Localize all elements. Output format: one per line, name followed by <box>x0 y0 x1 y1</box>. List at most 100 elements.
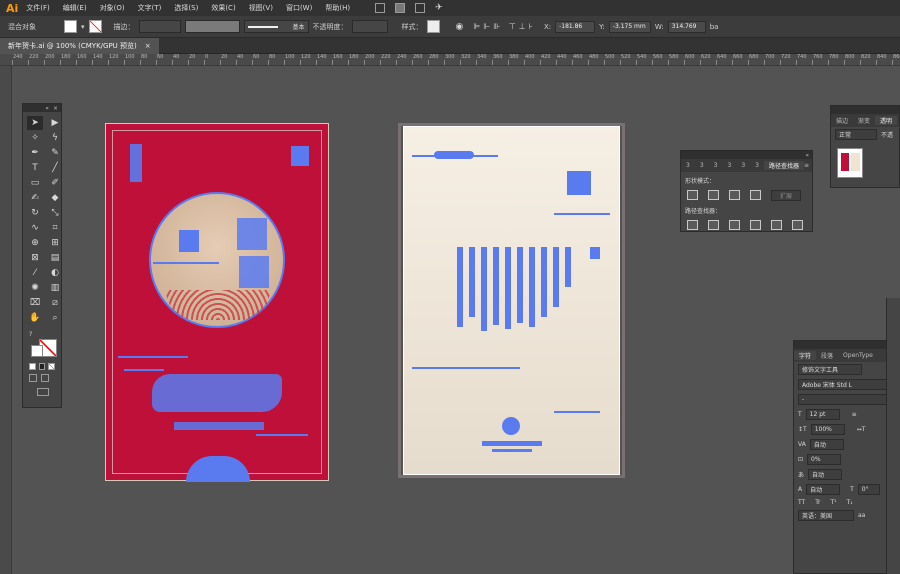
gradient-mode-icon[interactable] <box>38 363 46 370</box>
eraser-icon[interactable]: ◆ <box>47 191 63 205</box>
width-field[interactable]: 314.769 <box>667 20 706 33</box>
column-graph-icon[interactable]: ▥ <box>47 281 63 295</box>
calligraphy-ji[interactable] <box>237 218 267 250</box>
tab-2[interactable]: 3 <box>695 162 709 169</box>
script-lettering[interactable] <box>152 374 282 412</box>
hand-tool-icon[interactable]: ✋ <box>27 311 43 325</box>
type-tool-icon[interactable]: T <box>27 161 43 175</box>
shape-builder-icon[interactable]: ⊕ <box>27 236 43 250</box>
small-caption[interactable] <box>174 422 264 430</box>
vertical-ruler[interactable] <box>0 66 12 574</box>
touch-type-button[interactable]: 修饰文字工具 <box>798 364 862 375</box>
tab-3[interactable]: 3 <box>709 162 723 169</box>
send-icon[interactable]: ✈ <box>435 3 443 13</box>
slice-tool-icon[interactable]: ⧄ <box>47 296 63 310</box>
stroke-swatch[interactable] <box>88 20 102 33</box>
panel-menu-icon[interactable]: ≡ <box>804 162 812 169</box>
scale-tool-icon[interactable]: ⤡ <box>47 206 63 220</box>
unite-icon[interactable] <box>687 190 698 200</box>
free-transform-icon[interactable]: ⌗ <box>47 221 63 235</box>
edit-toolbar-icon[interactable] <box>37 388 49 396</box>
tab-stroke[interactable]: 描边 <box>831 116 853 125</box>
blend-mode-select[interactable]: 正常 <box>835 129 877 140</box>
divide-icon[interactable] <box>687 220 698 230</box>
tab-1[interactable]: 3 <box>681 162 695 169</box>
tab-gradient[interactable]: 渐变 <box>853 116 875 125</box>
crop-icon[interactable] <box>750 220 761 230</box>
gradient-tool-icon[interactable]: ▤ <box>47 251 63 265</box>
horizontal-ruler[interactable]: 240 220 200 180 160 140 120 100 80 60 40 20 0 20 40 60 8… <box>0 54 900 66</box>
tools-panel-header[interactable]: «× <box>23 104 61 112</box>
menu-file[interactable]: 文件(F) <box>26 3 50 13</box>
artboard-red-card[interactable] <box>105 123 329 482</box>
font-style-field[interactable]: - <box>798 394 892 405</box>
anti-alias-icon[interactable]: aa <box>858 512 865 519</box>
line-tool-icon[interactable]: ╱ <box>47 161 63 175</box>
fill-stroke-widget[interactable]: ? <box>27 331 57 361</box>
menu-effect[interactable]: 效果(C) <box>211 3 235 13</box>
menu-window[interactable]: 窗口(W) <box>286 3 312 13</box>
seal-top-right[interactable] <box>567 171 591 195</box>
stock-icon[interactable] <box>395 3 406 13</box>
align-icons[interactable]: ⊫⊩⊪ ⊤⊥⊦ <box>473 22 536 31</box>
square-seal[interactable] <box>179 230 199 252</box>
close-icon[interactable]: × <box>145 42 151 50</box>
exclude-icon[interactable] <box>750 190 761 200</box>
tab-6[interactable]: 3 <box>750 162 764 169</box>
lasso-icon[interactable]: ϟ <box>47 131 63 145</box>
tab-transparency[interactable]: 透明 <box>875 116 898 125</box>
tab-5[interactable]: 3 <box>736 162 750 169</box>
menu-edit[interactable]: 编辑(E) <box>63 3 87 13</box>
small-caps-icon[interactable]: Tr <box>815 499 820 506</box>
tab-paragraph[interactable]: 段落 <box>816 351 838 360</box>
y-field[interactable]: -3.175 mm <box>608 20 651 33</box>
thumbnail[interactable] <box>837 148 863 178</box>
stroke-profile-field[interactable]: 基本 <box>243 20 309 33</box>
collapsed-panel-strip[interactable] <box>886 298 900 574</box>
menu-select[interactable]: 选择(S) <box>174 3 198 13</box>
tab-character[interactable]: 字符 <box>794 351 817 360</box>
selected-text-top-left[interactable] <box>130 144 142 182</box>
font-family-field[interactable]: Adobe 宋体 Std L <box>798 379 892 390</box>
recolor-icon[interactable]: ◉ <box>456 22 464 32</box>
aki-left-field[interactable]: 自动 <box>808 469 843 480</box>
mesh-tool-icon[interactable]: ⊠ <box>27 251 43 265</box>
expand-button[interactable]: 扩展 <box>771 190 801 201</box>
menu-object[interactable]: 对象(O) <box>100 3 125 13</box>
tab-opentype[interactable]: OpenType <box>838 352 878 359</box>
x-field[interactable]: -181.86 <box>555 20 596 33</box>
eyedropper-icon[interactable]: ⁄ <box>27 266 43 280</box>
shaper-tool-icon[interactable]: ✍ <box>27 191 43 205</box>
zoom-tool-icon[interactable]: ⌕ <box>47 311 63 325</box>
tsume-field[interactable]: 0% <box>807 454 842 465</box>
artboard-cream-card[interactable] <box>403 126 620 475</box>
direct-selection-tool-icon[interactable]: ▶ <box>47 116 63 130</box>
opacity-field[interactable] <box>351 20 388 33</box>
v-scale-field[interactable]: 100% <box>810 424 845 435</box>
curvature-tool-icon[interactable]: ✎ <box>47 146 63 160</box>
perspective-grid-icon[interactable]: ⊞ <box>47 236 63 250</box>
calligraphy-xiang[interactable] <box>239 256 269 288</box>
pathfinder-panel-header[interactable]: « <box>681 151 812 159</box>
tab-pathfinder[interactable]: 路径查找器 <box>763 161 804 170</box>
tab-4[interactable]: 3 <box>722 162 736 169</box>
rectangle-tool-icon[interactable]: ▭ <box>27 176 43 190</box>
lantern-icon[interactable] <box>502 417 520 435</box>
kerning-field[interactable]: 自动 <box>809 439 844 450</box>
circle-medallion[interactable] <box>149 192 285 328</box>
variable-width-field[interactable] <box>184 20 240 33</box>
superscript-icon[interactable]: T¹ <box>830 499 836 506</box>
font-size-field[interactable]: 12 pt <box>805 409 840 420</box>
stroke-weight-field[interactable] <box>138 20 181 33</box>
magic-wand-icon[interactable]: ✧ <box>27 131 43 145</box>
outline-icon[interactable] <box>771 220 782 230</box>
selection-tool-icon[interactable]: ➤ <box>27 116 43 130</box>
draw-mode-icon[interactable] <box>29 374 37 382</box>
color-mode-icon[interactable] <box>29 363 36 370</box>
trim-icon[interactable] <box>708 220 719 230</box>
arrange-icon[interactable] <box>415 3 426 13</box>
intersect-icon[interactable] <box>729 190 740 200</box>
minus-back-icon[interactable] <box>792 220 803 230</box>
aki-right-field[interactable]: 自动 <box>806 484 841 495</box>
blend-tool-icon[interactable]: ◐ <box>47 266 63 280</box>
